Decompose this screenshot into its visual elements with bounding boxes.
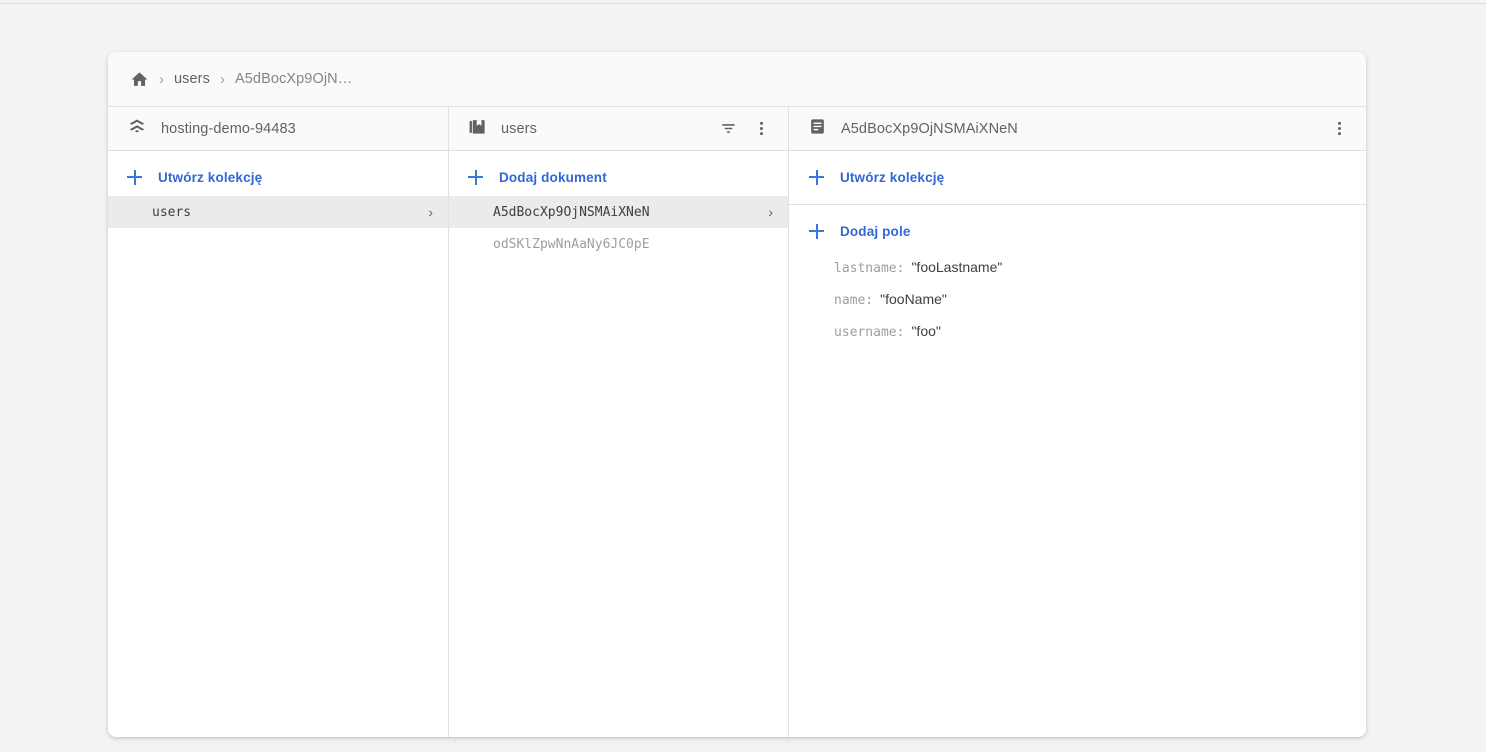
document-id: odSKlZpwNnAaNy6JC0pE xyxy=(493,237,765,252)
firestore-icon xyxy=(127,116,147,141)
collections-list: users › xyxy=(108,196,448,737)
add-field-button[interactable]: Dodaj pole xyxy=(789,212,1366,250)
project-name: hosting-demo-94483 xyxy=(161,121,296,137)
breadcrumb-item-users[interactable]: users xyxy=(174,71,210,87)
breadcrumb-separator: › xyxy=(159,72,164,87)
top-rule xyxy=(0,3,1486,4)
create-subcollection-label: Utwórz kolekcję xyxy=(840,170,944,185)
fields-list: lastname: "fooLastname" name: "fooName" … xyxy=(789,250,1366,355)
field-value: "fooLastname" xyxy=(911,259,1002,275)
field-row[interactable]: username: "foo" xyxy=(789,323,1366,355)
document-title: A5dBocXp9OjNSMAiXNeN xyxy=(841,121,1018,137)
collection-row-users[interactable]: users › xyxy=(108,196,448,228)
document-id: A5dBocXp9OjNSMAiXNeN xyxy=(493,205,760,220)
create-subcollection-button[interactable]: Utwórz kolekcję xyxy=(789,158,1366,196)
field-row[interactable]: lastname: "fooLastname" xyxy=(789,259,1366,291)
document-panel-header: A5dBocXp9OjNSMAiXNeN xyxy=(789,107,1366,151)
plus-icon xyxy=(468,170,483,185)
more-vert-icon[interactable] xyxy=(1330,119,1349,138)
field-row[interactable]: name: "fooName" xyxy=(789,291,1366,323)
collections-panel-header: hosting-demo-94483 xyxy=(108,107,448,151)
document-icon xyxy=(808,117,827,141)
field-key: name: xyxy=(834,293,873,308)
more-vert-icon[interactable] xyxy=(752,119,771,138)
collection-title: users xyxy=(501,121,537,137)
divider xyxy=(789,204,1366,205)
firestore-data-card: › users › A5dBocXp9OjN… hosting-demo-944… xyxy=(108,52,1366,737)
add-document-label: Dodaj dokument xyxy=(499,170,607,185)
breadcrumb-separator: › xyxy=(220,72,225,87)
add-document-button[interactable]: Dodaj dokument xyxy=(449,158,788,196)
field-key: username: xyxy=(834,325,904,340)
home-icon[interactable] xyxy=(130,70,149,89)
chevron-right-icon: › xyxy=(428,205,433,219)
panels-container: hosting-demo-94483 Utwórz kolekcję users… xyxy=(108,107,1366,737)
create-collection-label: Utwórz kolekcję xyxy=(158,170,262,185)
plus-icon xyxy=(127,170,142,185)
collection-icon xyxy=(468,117,487,141)
field-key: lastname: xyxy=(834,261,904,276)
document-row[interactable]: odSKlZpwNnAaNy6JC0pE xyxy=(449,228,788,260)
documents-list: A5dBocXp9OjNSMAiXNeN › odSKlZpwNnAaNy6JC… xyxy=(449,196,788,737)
collections-panel: hosting-demo-94483 Utwórz kolekcję users… xyxy=(108,107,449,737)
field-value: "fooName" xyxy=(880,291,947,307)
plus-icon xyxy=(809,170,824,185)
filter-icon[interactable] xyxy=(719,119,738,138)
chevron-right-icon: › xyxy=(768,205,773,219)
add-field-label: Dodaj pole xyxy=(840,224,911,239)
document-fields-panel: A5dBocXp9OjNSMAiXNeN Utwórz kolekcję Dod xyxy=(789,107,1366,737)
create-collection-button[interactable]: Utwórz kolekcję xyxy=(108,158,448,196)
document-row[interactable]: A5dBocXp9OjNSMAiXNeN › xyxy=(449,196,788,228)
breadcrumb: › users › A5dBocXp9OjN… xyxy=(108,52,1366,107)
breadcrumb-item-document[interactable]: A5dBocXp9OjN… xyxy=(235,71,352,87)
documents-panel: users xyxy=(449,107,789,737)
collection-name: users xyxy=(152,205,420,220)
plus-icon xyxy=(809,224,824,239)
documents-panel-header: users xyxy=(449,107,788,151)
field-value: "foo" xyxy=(911,323,940,339)
